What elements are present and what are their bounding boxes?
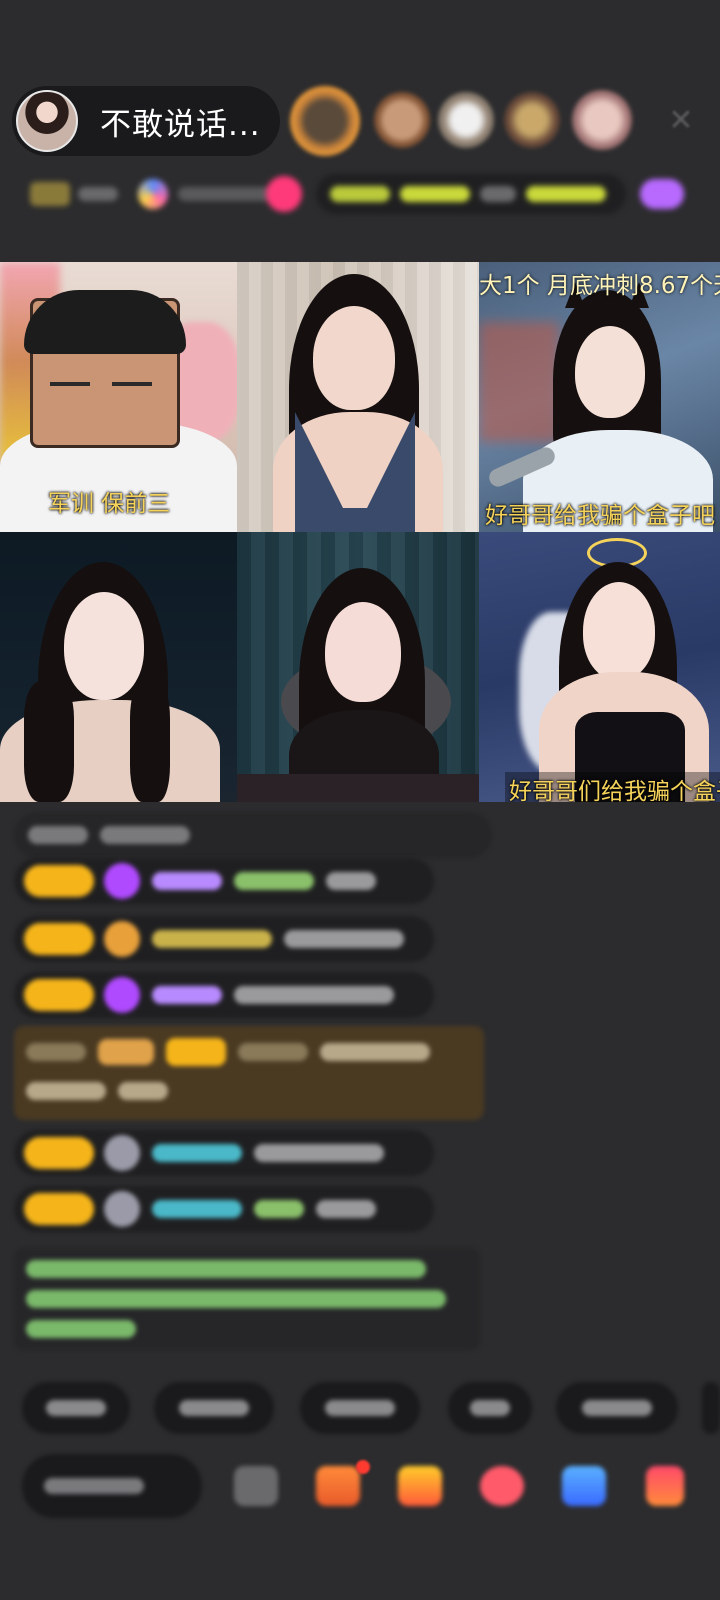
stat-chip[interactable]	[18, 174, 128, 214]
video-tile[interactable]	[237, 262, 479, 532]
emoji-icon[interactable]	[234, 1466, 278, 1506]
video-tile[interactable]	[237, 532, 479, 802]
gift-message[interactable]	[14, 1026, 484, 1120]
comment-input[interactable]	[22, 1454, 202, 1518]
viewer-avatar[interactable]	[438, 92, 494, 148]
quick-reply-chip[interactable]	[702, 1382, 720, 1434]
gift-box-icon[interactable]	[398, 1466, 442, 1506]
bottom-action-bar[interactable]	[0, 1450, 720, 1526]
chat-message[interactable]	[14, 812, 492, 858]
level-badge	[24, 1193, 94, 1225]
quick-reply-chip[interactable]	[448, 1382, 532, 1434]
chat-message[interactable]	[14, 1130, 434, 1176]
hair-strand	[24, 682, 74, 802]
share-icon[interactable]	[562, 1466, 606, 1506]
multi-guest-video-grid: 军训 保前三 大1个 月底冲刺8.67个天空 好哥哥给我骗个盒子吧	[0, 262, 720, 802]
tile-caption: 好哥哥们给我骗个盒子呗	[505, 772, 720, 802]
level-badge	[24, 1137, 94, 1169]
hair-strand	[130, 682, 170, 802]
chat-message[interactable]	[14, 916, 434, 962]
gem-icon	[104, 863, 140, 899]
cartoon-eye	[112, 382, 152, 386]
face	[325, 602, 401, 702]
stats-bar[interactable]	[18, 172, 702, 218]
stat-chip[interactable]	[266, 174, 306, 214]
host-name: 不敢说话...	[100, 106, 261, 143]
shop-icon[interactable]	[316, 1466, 360, 1506]
stat-chip[interactable]	[628, 174, 698, 214]
chat-message[interactable]	[14, 972, 434, 1018]
tile-caption: 军训 保前三	[48, 491, 171, 517]
fan-badge-icon	[104, 921, 140, 957]
gift-icon[interactable]	[646, 1466, 684, 1506]
quick-reply-chip[interactable]	[154, 1382, 274, 1434]
quick-reply-chip[interactable]	[22, 1382, 130, 1434]
gem-icon	[104, 977, 140, 1013]
tile-top-caption: 大1个 月底冲刺8.67个天空	[479, 273, 720, 299]
quick-reply-chip[interactable]	[556, 1382, 678, 1434]
video-tile[interactable]: 军训 保前三	[0, 262, 237, 532]
video-tile[interactable]: 大1个 月底冲刺8.67个天空 好哥哥给我骗个盒子吧	[479, 262, 720, 532]
level-badge	[24, 979, 94, 1011]
host-avatar[interactable]	[16, 90, 78, 152]
cartoon-eye	[50, 382, 90, 386]
quick-reply-chip[interactable]	[300, 1382, 420, 1434]
stat-chip[interactable]	[316, 174, 626, 214]
user-avatar	[104, 1191, 140, 1227]
video-tile[interactable]: 好哥哥们给我骗个盒子呗	[479, 532, 720, 802]
level-badge	[24, 923, 94, 955]
desk	[237, 774, 479, 802]
video-tile[interactable]	[0, 532, 237, 802]
face	[575, 326, 645, 418]
user-avatar	[104, 1135, 140, 1171]
face	[64, 592, 144, 700]
tile-caption: 好哥哥给我骗个盒子吧	[485, 503, 715, 529]
notification-dot	[356, 1460, 370, 1474]
level-badge	[24, 865, 94, 897]
viewer-avatar[interactable]	[290, 86, 360, 156]
system-notice[interactable]	[14, 1248, 480, 1350]
close-icon[interactable]: ✕	[664, 104, 698, 138]
viewer-avatar[interactable]	[504, 92, 560, 148]
chat-message[interactable]	[14, 1186, 434, 1232]
viewer-avatar[interactable]	[374, 92, 430, 148]
face	[583, 582, 655, 680]
quick-reply-bar[interactable]	[0, 1382, 720, 1436]
heart-icon[interactable]	[480, 1466, 524, 1506]
viewer-avatar[interactable]	[572, 90, 632, 150]
host-info-pill[interactable]: 不敢说话...	[12, 86, 280, 156]
chat-message[interactable]	[14, 858, 434, 904]
background-decor	[479, 322, 559, 442]
face	[313, 306, 395, 410]
cartoon-hair	[24, 290, 186, 354]
